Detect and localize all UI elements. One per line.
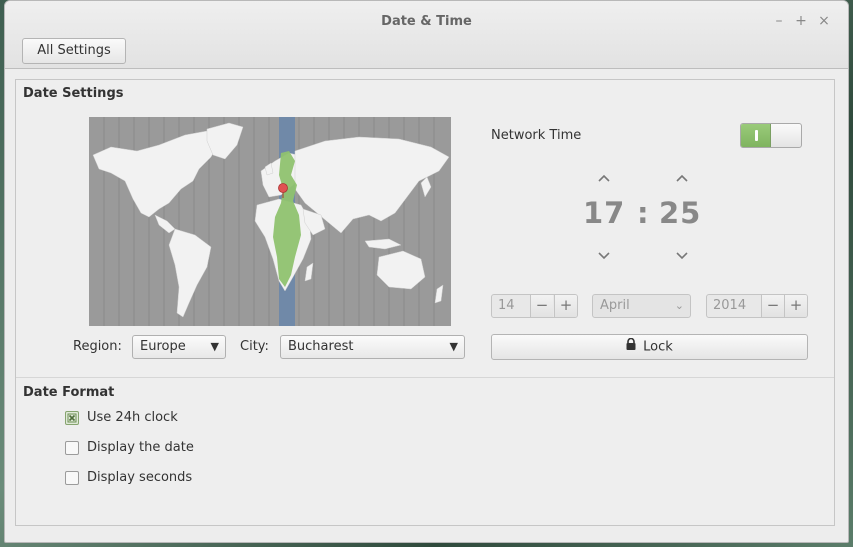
hour-down-button[interactable] (594, 248, 614, 264)
region-value: Europe (140, 339, 186, 354)
chevron-down-icon: ▼ (210, 340, 219, 353)
settings-panel: Date Settings Region: Europe ▼ City: Buc… (15, 79, 835, 526)
display-seconds-checkbox[interactable] (65, 471, 79, 485)
all-settings-button[interactable]: All Settings (22, 38, 126, 64)
date-settings-heading: Date Settings (23, 86, 124, 101)
city-label: City: (240, 339, 269, 354)
chevron-down-icon (676, 252, 688, 260)
display-seconds-label: Display seconds (87, 470, 193, 485)
hour-display: 17 (583, 196, 626, 230)
year-decrement-button[interactable]: − (761, 295, 784, 317)
display-date-checkbox[interactable] (65, 441, 79, 455)
lock-icon (626, 335, 636, 359)
day-spinner[interactable]: 14 − + (491, 294, 578, 318)
month-value: April (600, 298, 630, 313)
location-pin-icon (278, 183, 288, 193)
hour-up-button[interactable] (594, 170, 614, 186)
month-combo[interactable]: April ⌄ (592, 294, 691, 318)
time-separator: : (637, 196, 650, 230)
region-combo[interactable]: Europe ▼ (132, 335, 226, 359)
day-value: 14 (498, 298, 515, 313)
date-time-window: Date & Time – + × All Settings Date Sett… (4, 0, 849, 543)
minute-down-button[interactable] (672, 248, 692, 264)
lock-label: Lock (643, 339, 673, 355)
maximize-button[interactable]: + (793, 13, 809, 29)
window-title: Date & Time (381, 14, 472, 29)
timezone-map[interactable] (89, 117, 451, 326)
minute-up-button[interactable] (672, 170, 692, 186)
chevron-up-icon (598, 174, 610, 182)
use-24h-clock-checkbox[interactable] (65, 411, 79, 425)
day-decrement-button[interactable]: − (530, 295, 553, 317)
title-bar[interactable]: Date & Time – + × All Settings (5, 1, 848, 69)
minimize-button[interactable]: – (771, 13, 787, 29)
year-increment-button[interactable]: + (784, 295, 807, 317)
region-label: Region: (73, 339, 122, 354)
use-24h-clock-label: Use 24h clock (87, 410, 178, 425)
city-value: Bucharest (288, 339, 354, 354)
switch-handle (755, 130, 758, 141)
network-time-switch[interactable] (740, 123, 802, 148)
display-date-label: Display the date (87, 440, 194, 455)
close-button[interactable]: × (816, 13, 832, 29)
chevron-down-icon: ▼ (449, 340, 458, 353)
section-divider (16, 377, 834, 378)
lock-button[interactable]: Lock (491, 334, 808, 360)
chevron-down-icon: ⌄ (674, 299, 684, 312)
date-format-heading: Date Format (23, 385, 115, 400)
chevron-up-icon (676, 174, 688, 182)
check-icon (67, 413, 77, 423)
world-map-image (92, 117, 450, 326)
minute-display: 25 (659, 196, 702, 230)
chevron-down-icon (598, 252, 610, 260)
network-time-label: Network Time (491, 128, 582, 143)
year-value: 2014 (713, 298, 747, 313)
year-spinner[interactable]: 2014 − + (706, 294, 808, 318)
day-increment-button[interactable]: + (554, 295, 577, 317)
city-combo[interactable]: Bucharest ▼ (280, 335, 465, 359)
